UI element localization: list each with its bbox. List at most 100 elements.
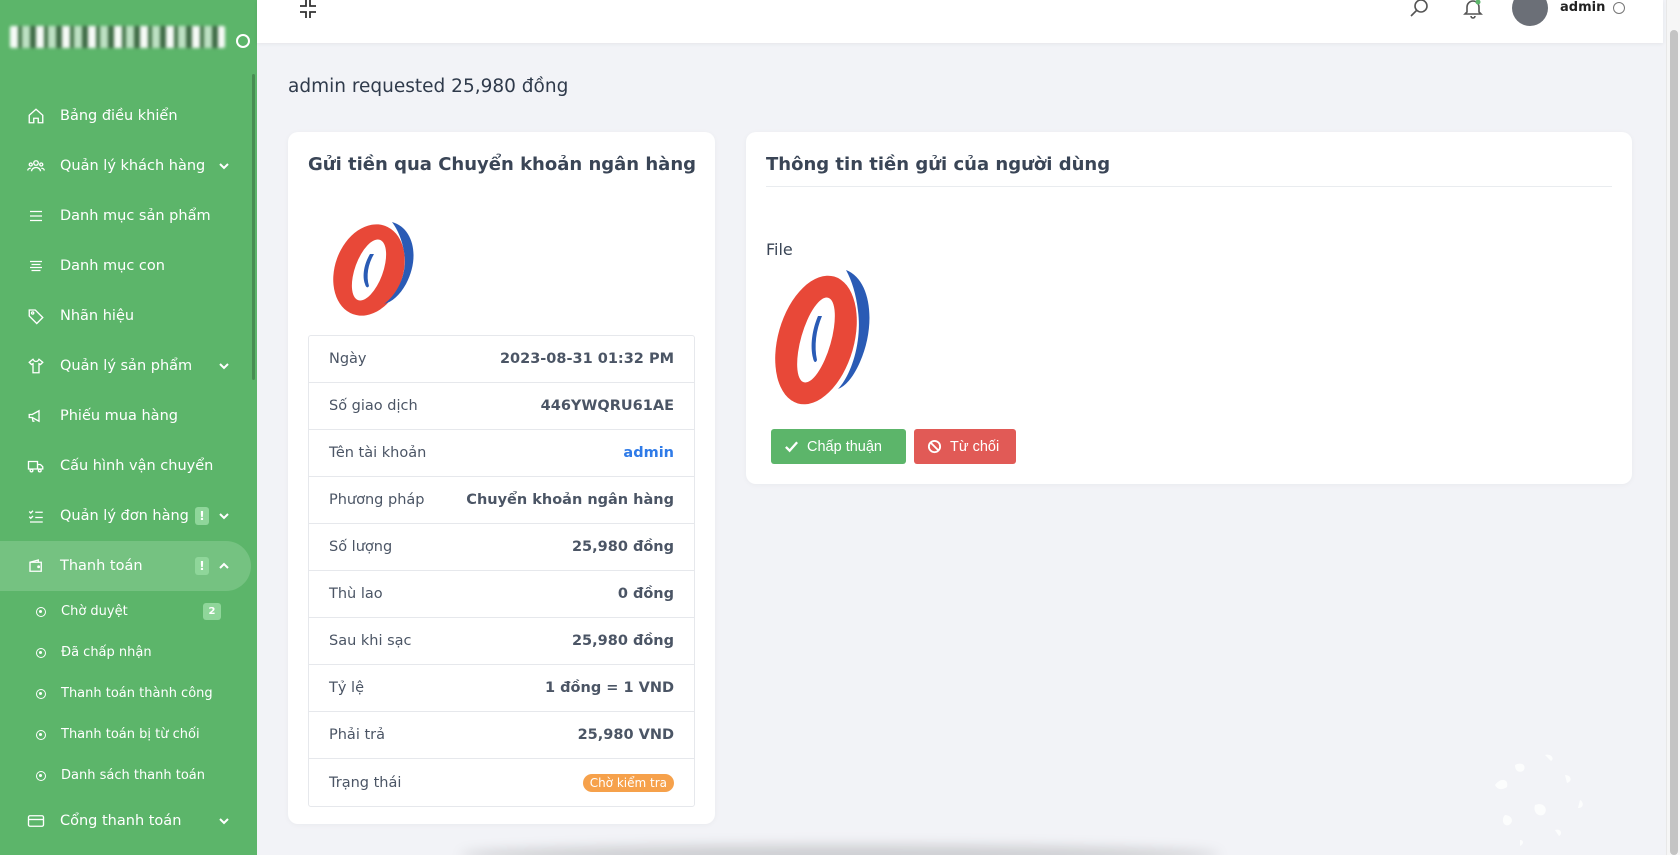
circle-icon [36, 770, 46, 781]
sidebar-item-payment-gateways[interactable]: Cổng thanh toán [0, 796, 257, 846]
row-label: Tên tài khoản [329, 445, 427, 461]
chevron-down-icon [219, 163, 229, 170]
sidebar-item-product-categories[interactable]: Danh mục sản phẩm [0, 191, 257, 241]
card-icon [26, 811, 46, 831]
chevron-down-icon [219, 818, 229, 825]
bottom-shadow [460, 845, 1220, 855]
truck-icon [26, 456, 46, 476]
circle-icon [36, 729, 46, 740]
table-row: Phải trả 25,980 VND [309, 712, 694, 759]
list-check-icon [26, 506, 46, 526]
sidebar-item-brands[interactable]: Nhãn hiệu [0, 291, 257, 341]
align-icon [26, 256, 46, 276]
row-value: 0 đồng [617, 586, 674, 602]
tag-icon [26, 306, 46, 326]
row-value: 25,980 VND [577, 727, 674, 743]
check-icon [785, 441, 799, 453]
table-row: Thù lao 0 đồng [309, 571, 694, 618]
table-row: Tên tài khoản admin [309, 430, 694, 477]
sidebar-item-product-management[interactable]: Quản lý sản phẩm [0, 341, 257, 391]
alert-badge: ! [195, 507, 209, 525]
row-value: 25,980 đồng [571, 539, 674, 555]
card-title: Gửi tiền qua Chuyển khoản ngân hàng [308, 154, 697, 175]
search-icon[interactable] [1409, 0, 1431, 20]
decorative-graphic [1495, 754, 1583, 846]
approve-button-label: Chấp thuận [807, 438, 882, 455]
row-label: Phải trả [329, 727, 385, 743]
row-value: 446YWQRU61AE [540, 398, 674, 414]
bell-icon[interactable] [1462, 0, 1484, 20]
payments-submenu: Chờ duyệt 2 Đã chấp nhận Thanh toán thàn… [0, 591, 257, 796]
count-badge: 2 [203, 603, 221, 620]
sidebar-item-dashboard[interactable]: Bảng điều khiển [0, 91, 257, 141]
sidebar-item-label: Cấu hình vận chuyển [60, 458, 214, 474]
chevron-down-icon [219, 363, 229, 370]
sidebar-subitem-label: Thanh toán thành công [61, 686, 213, 701]
file-label: File [766, 240, 793, 259]
row-label: Phương pháp [329, 492, 425, 508]
bank-logo-image [333, 222, 414, 316]
sidebar-item-label: Phiếu mua hàng [60, 408, 178, 424]
sidebar-item-customers[interactable]: Quản lý khách hàng [0, 141, 257, 191]
uploaded-file-image[interactable] [764, 260, 884, 410]
account-name-link[interactable]: admin [623, 445, 674, 461]
alert-badge: ! [195, 557, 209, 575]
sidebar-subitem-rejected[interactable]: Thanh toán bị từ chối [36, 714, 257, 755]
chevron-down-icon [219, 513, 229, 520]
sidebar-subitem-label: Thanh toán bị từ chối [61, 727, 200, 742]
chevron-down-icon[interactable] [1613, 2, 1625, 14]
row-value: 25,980 đồng [571, 633, 674, 649]
users-icon [26, 156, 46, 176]
circle-icon [36, 647, 46, 658]
row-value: Chuyển khoản ngân hàng [466, 492, 674, 508]
sidebar-subitem-accepted[interactable]: Đã chấp nhận [36, 632, 257, 673]
row-label: Sau khi sạc [329, 633, 412, 649]
sidebar-item-shipping-config[interactable]: Cấu hình vận chuyển [0, 441, 257, 491]
sidebar-nav: Bảng điều khiển Quản lý khách hàng Danh … [0, 91, 257, 846]
table-row: Số giao dịch 446YWQRU61AE [309, 383, 694, 430]
row-label: Thù lao [329, 586, 383, 602]
reject-button[interactable]: Từ chối [914, 429, 1016, 464]
table-row: Trạng thái Chờ kiểm tra [309, 759, 694, 806]
scrollbar-thumb[interactable] [1670, 30, 1678, 855]
row-value: 2023-08-31 01:32 PM [499, 351, 674, 367]
row-label: Ngày [329, 351, 367, 367]
sidebar-subitem-successful[interactable]: Thanh toán thành công [36, 673, 257, 714]
shirt-icon [26, 356, 46, 376]
table-row: Sau khi sạc 25,980 đồng [309, 618, 694, 665]
sidebar-subitem-label: Chờ duyệt [61, 604, 128, 619]
circle-icon [36, 688, 46, 699]
sidebar-item-vouchers[interactable]: Phiếu mua hàng [0, 391, 257, 441]
sidebar-subitem-pending[interactable]: Chờ duyệt 2 [36, 591, 257, 632]
sidebar-item-orders[interactable]: Quản lý đơn hàng ! [0, 491, 257, 541]
sidebar-item-subcategories[interactable]: Danh mục con [0, 241, 257, 291]
table-row: Ngày 2023-08-31 01:32 PM [309, 336, 694, 383]
wallet-icon [26, 556, 46, 576]
sidebar-subitem-payment-list[interactable]: Danh sách thanh toán [36, 755, 257, 796]
sidebar-item-label: Quản lý đơn hàng [60, 508, 189, 524]
top-bar: admin [257, 0, 1663, 43]
sidebar-item-label: Quản lý khách hàng [60, 158, 206, 174]
page-scrollbar[interactable] [1666, 0, 1680, 855]
sidebar-subitem-label: Danh sách thanh toán [61, 768, 206, 783]
deposit-details-table: Ngày 2023-08-31 01:32 PM Số giao dịch 44… [308, 335, 695, 807]
user-deposit-info-card: Thông tin tiền gửi của người dùng File C… [746, 132, 1632, 484]
approve-button[interactable]: Chấp thuận [771, 429, 906, 464]
megaphone-icon [26, 406, 46, 426]
sidebar-item-label: Quản lý sản phẩm [60, 358, 193, 374]
table-row: Tỷ lệ 1 đồng = 1 VND [309, 665, 694, 712]
sidebar-item-payments[interactable]: Thanh toán ! [0, 541, 251, 591]
compress-icon[interactable] [298, 0, 318, 20]
row-label: Trạng thái [329, 774, 402, 791]
table-row: Số lượng 25,980 đồng [309, 524, 694, 571]
username[interactable]: admin [1560, 0, 1605, 15]
sidebar-item-label: Bảng điều khiển [60, 108, 178, 124]
row-label: Số lượng [329, 539, 393, 555]
row-label: Tỷ lệ [329, 680, 364, 696]
sidebar-item-label: Cổng thanh toán [60, 813, 182, 829]
circle-icon [36, 606, 46, 617]
chevron-up-icon [219, 562, 229, 569]
avatar[interactable] [1512, 0, 1548, 26]
table-row: Phương pháp Chuyển khoản ngân hàng [309, 477, 694, 524]
brand-logo[interactable] [10, 24, 250, 52]
